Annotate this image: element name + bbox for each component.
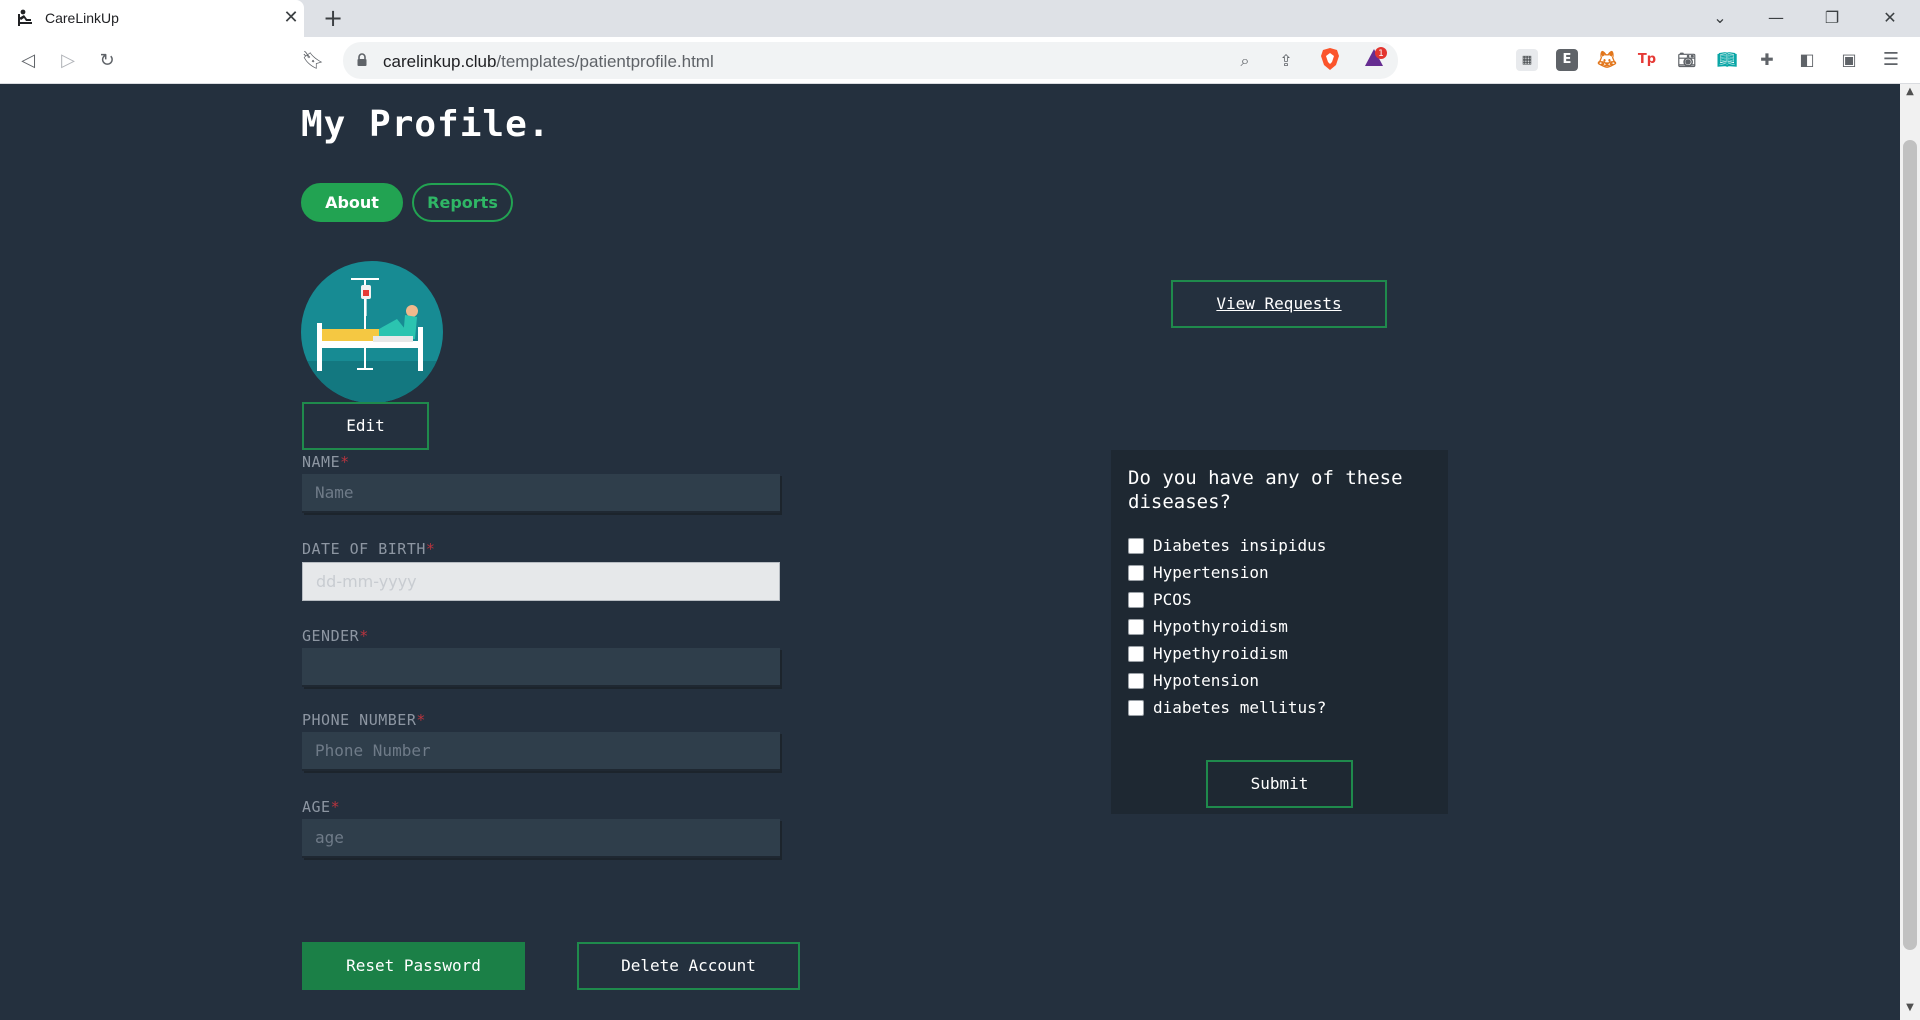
share-icon[interactable]: ⇪ bbox=[1275, 50, 1297, 72]
page-scrollbar[interactable]: ▲ ▼ bbox=[1900, 84, 1920, 1020]
disease-checkbox[interactable] bbox=[1128, 592, 1144, 608]
patient-avatar bbox=[301, 261, 443, 403]
extensions-icon[interactable]: ✚ bbox=[1756, 49, 1778, 71]
new-tab-button[interactable]: + bbox=[320, 4, 346, 32]
url-text: carelinkup.club/templates/patientprofile… bbox=[383, 52, 714, 72]
delete-account-button[interactable]: Delete Account bbox=[577, 942, 800, 990]
lock-icon bbox=[357, 53, 367, 66]
disease-checkbox[interactable] bbox=[1128, 700, 1144, 716]
disease-checkbox[interactable] bbox=[1128, 538, 1144, 554]
disease-option-label: Hypotension bbox=[1153, 671, 1259, 690]
name-input[interactable] bbox=[302, 474, 780, 513]
menu-icon[interactable]: ☰ bbox=[1880, 49, 1902, 71]
tp-extension-icon[interactable]: Tp bbox=[1636, 49, 1658, 71]
name-label-text: NAME bbox=[302, 453, 341, 471]
tab-reports[interactable]: Reports bbox=[412, 183, 513, 222]
dob-input[interactable] bbox=[302, 562, 780, 601]
browser-toolbar: ◁ ▷ ↻ 🔖︎ carelinkup.club/templates/patie… bbox=[0, 37, 1920, 84]
disease-option-label: diabetes mellitus? bbox=[1153, 698, 1327, 717]
gender-label: GENDER* bbox=[302, 627, 369, 645]
page-title: My Profile. bbox=[301, 104, 551, 145]
tab-close-icon[interactable]: ✕ bbox=[281, 7, 301, 29]
required-mark: * bbox=[330, 798, 341, 816]
scroll-up-icon[interactable]: ▲ bbox=[1900, 86, 1920, 100]
age-input[interactable] bbox=[302, 819, 780, 858]
browser-tabstrip: CareLinkUp ✕ + ⌄ — ❐ ✕ bbox=[0, 0, 1920, 37]
back-icon[interactable]: ◁ bbox=[15, 48, 41, 74]
url-path: /templates/patientprofile.html bbox=[496, 52, 714, 71]
name-label: NAME* bbox=[302, 453, 350, 471]
rewards-badge: 1 bbox=[1378, 49, 1384, 59]
tab-title: CareLinkUp bbox=[45, 10, 119, 26]
brave-shields-icon[interactable] bbox=[1320, 47, 1340, 71]
e-extension-icon[interactable]: E bbox=[1556, 49, 1578, 71]
phone-input[interactable] bbox=[302, 732, 780, 771]
minimize-icon[interactable]: — bbox=[1762, 4, 1790, 32]
disease-checkbox[interactable] bbox=[1128, 646, 1144, 662]
age-label: AGE* bbox=[302, 798, 340, 816]
view-requests-button[interactable]: View Requests bbox=[1171, 280, 1387, 328]
diseases-question: Do you have any of these diseases? bbox=[1128, 467, 1403, 513]
wallet-icon[interactable]: ▣ bbox=[1838, 49, 1860, 71]
required-mark: * bbox=[425, 540, 436, 558]
forward-icon[interactable]: ▷ bbox=[55, 48, 81, 74]
window-close-icon[interactable]: ✕ bbox=[1876, 4, 1904, 32]
zoom-icon[interactable]: ⌕ bbox=[1234, 50, 1256, 72]
gender-label-text: GENDER bbox=[302, 627, 360, 645]
browser-tab[interactable]: CareLinkUp ✕ bbox=[0, 0, 304, 37]
profile-page: My Profile. About Reports Edit View Requ… bbox=[0, 84, 1900, 1020]
camera-extension-icon[interactable]: 📷︎ bbox=[1676, 49, 1698, 71]
scrollbar-thumb[interactable] bbox=[1903, 140, 1917, 950]
disease-checkbox[interactable] bbox=[1128, 619, 1144, 635]
patient-in-bed-icon bbox=[301, 278, 443, 403]
disease-option-label: Hypertension bbox=[1153, 563, 1269, 582]
age-label-text: AGE bbox=[302, 798, 331, 816]
sidebar-icon[interactable]: ◧ bbox=[1796, 49, 1818, 71]
reload-icon[interactable]: ↻ bbox=[94, 48, 120, 74]
submit-diseases-button[interactable]: Submit bbox=[1206, 760, 1353, 808]
scroll-down-icon[interactable]: ▼ bbox=[1900, 1002, 1920, 1016]
required-mark: * bbox=[359, 627, 369, 645]
edit-avatar-button[interactable]: Edit bbox=[302, 402, 429, 450]
calendar-extension-icon[interactable]: ▦ bbox=[1516, 49, 1538, 71]
disease-option-label: Diabetes insipidus bbox=[1153, 536, 1327, 555]
disease-option-label: PCOS bbox=[1153, 590, 1192, 609]
diseases-panel: Do you have any of these diseases? Diabe… bbox=[1111, 450, 1448, 814]
disease-option-label: Hypothyroidism bbox=[1153, 617, 1288, 636]
carelinkup-favicon-icon bbox=[18, 9, 32, 26]
restore-icon[interactable]: ❐ bbox=[1818, 4, 1846, 32]
tab-search-icon[interactable]: ⌄ bbox=[1706, 4, 1734, 32]
reset-password-button[interactable]: Reset Password bbox=[302, 942, 525, 990]
phone-label: PHONE NUMBER* bbox=[302, 711, 426, 729]
url-host: carelinkup.club bbox=[383, 52, 497, 71]
address-bar[interactable]: carelinkup.club/templates/patientprofile… bbox=[343, 42, 1398, 79]
brave-rewards-icon[interactable]: 1 bbox=[1364, 47, 1388, 69]
disease-checkbox[interactable] bbox=[1128, 673, 1144, 689]
required-mark: * bbox=[340, 453, 350, 471]
dob-label-text: DATE OF BIRTH bbox=[302, 540, 426, 558]
disease-option-label: Hypethyroidism bbox=[1153, 644, 1288, 663]
required-mark: * bbox=[416, 711, 426, 729]
bookmark-icon[interactable]: 🔖︎ bbox=[300, 48, 326, 74]
phone-label-text: PHONE NUMBER bbox=[302, 711, 417, 729]
tab-about[interactable]: About bbox=[301, 183, 403, 222]
book-extension-icon[interactable]: 📖︎ bbox=[1716, 49, 1738, 71]
dob-label: DATE OF BIRTH* bbox=[302, 540, 435, 558]
disease-checkbox[interactable] bbox=[1128, 565, 1144, 581]
metamask-icon[interactable]: 🦊︎ bbox=[1596, 49, 1618, 71]
gender-input[interactable] bbox=[302, 648, 780, 687]
